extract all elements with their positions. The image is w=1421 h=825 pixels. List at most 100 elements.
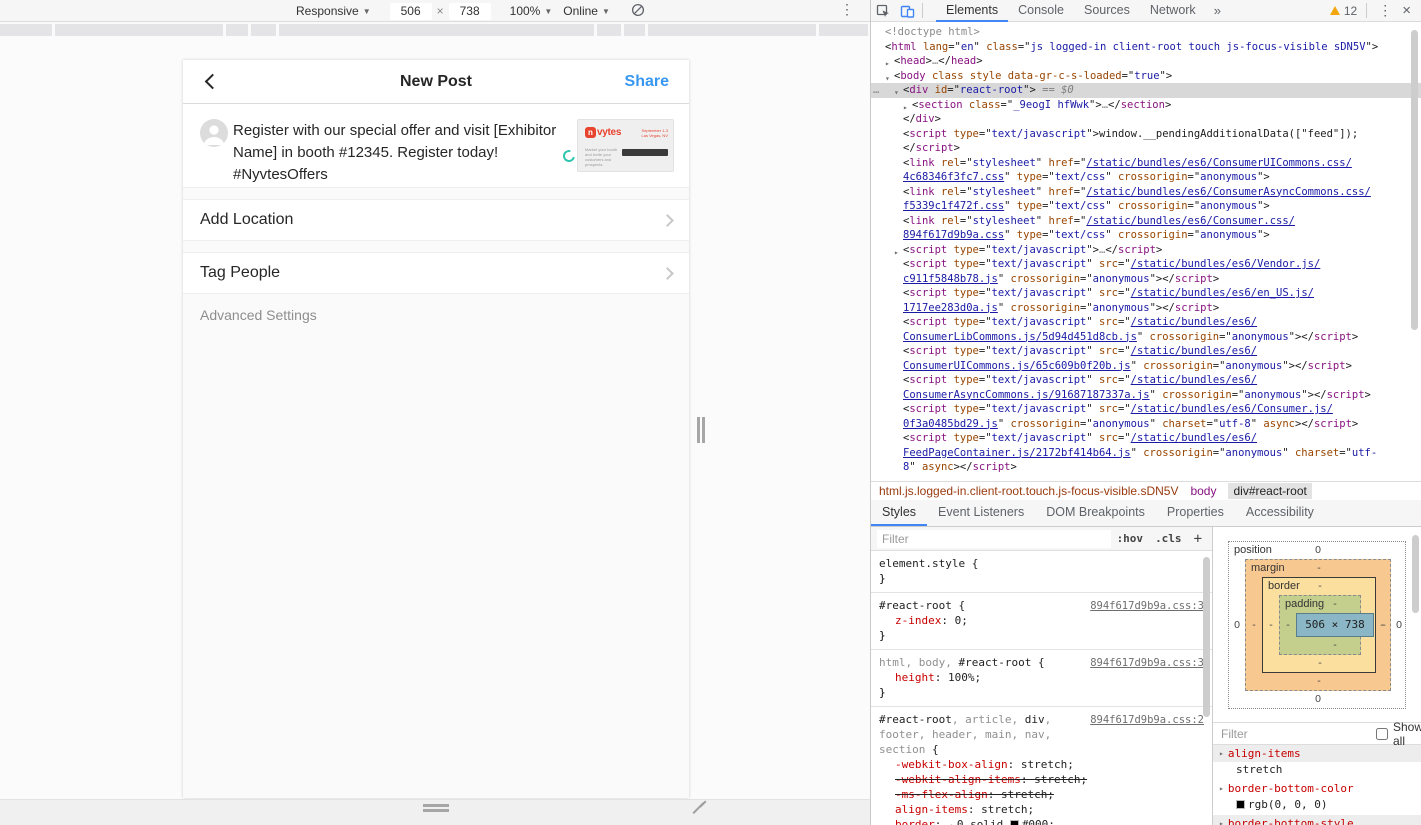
- collapsed-arrow-icon[interactable]: ▸: [1219, 782, 1224, 795]
- resource-link[interactable]: c911f5848b78.js: [903, 273, 998, 285]
- resource-link[interactable]: /static/bundles/es6/: [1131, 374, 1257, 386]
- code-line[interactable]: <script type="text/javascript" src="/sta…: [871, 257, 1421, 272]
- toggle-device-toolbar-icon[interactable]: [895, 0, 919, 22]
- resource-link[interactable]: /static/bundles/es6/Vendor.js/: [1131, 258, 1321, 270]
- code-line[interactable]: ▸<section class="_9eogI hfWwk">…</sectio…: [871, 98, 1421, 113]
- tab-properties[interactable]: Properties: [1156, 500, 1235, 526]
- code-line[interactable]: ▸<script type="text/javascript">…</scrip…: [871, 243, 1421, 258]
- media-query-segment[interactable]: [597, 24, 621, 36]
- breadcrumb-item[interactable]: html.js.logged-in.client-root.touch.js-f…: [879, 484, 1178, 498]
- viewport-resize-handle-bottom[interactable]: [423, 804, 449, 812]
- box-model-border-layer[interactable]: border - - padding - - 506 × 738 - -: [1262, 577, 1376, 673]
- styles-scrollbar[interactable]: [1203, 557, 1210, 717]
- share-button[interactable]: Share: [625, 60, 669, 104]
- caption-textarea[interactable]: Register with our special offer and visi…: [233, 120, 577, 187]
- resource-link[interactable]: 4c68346f3fc7.css: [903, 171, 1004, 183]
- css-property[interactable]: -webkit-box-align: stretch;: [879, 757, 1204, 772]
- box-model-content[interactable]: 506 × 738: [1296, 613, 1374, 637]
- code-line[interactable]: ConsumerUICommons.js/65c609b0f20b.js" cr…: [871, 359, 1421, 374]
- resource-link[interactable]: ConsumerUICommons.js/65c609b0f20b.js: [903, 360, 1131, 372]
- styles-filter-input[interactable]: [877, 530, 1111, 548]
- computed-property[interactable]: ▸border-bottom-color: [1213, 780, 1421, 797]
- list-item-add-location[interactable]: Add Location: [183, 199, 689, 241]
- box-model-position-layer[interactable]: position 0 0 margin - - border - -: [1228, 541, 1406, 709]
- resource-link[interactable]: ConsumerLibCommons.js/5d94d451d8cb.js: [903, 331, 1137, 343]
- media-query-segment[interactable]: [0, 24, 52, 36]
- media-query-segment[interactable]: [624, 24, 645, 36]
- more-tabs-icon[interactable]: »: [1206, 3, 1229, 18]
- breadcrumb-item[interactable]: div#react-root: [1228, 483, 1311, 499]
- color-swatch[interactable]: [1010, 820, 1019, 825]
- tab-styles[interactable]: Styles: [871, 500, 927, 526]
- device-mode-select[interactable]: Responsive ▼: [296, 4, 371, 18]
- css-property[interactable]: z-index: 0;: [879, 613, 1204, 628]
- stylesheet-link[interactable]: 894f617d9b9a.css:3: [1090, 599, 1204, 614]
- code-line[interactable]: <script type="text/javascript" src="/sta…: [871, 431, 1421, 446]
- collapsed-arrow-icon[interactable]: ▸: [950, 821, 955, 825]
- code-line[interactable]: 4c68346f3fc7.css" type="text/css" crosso…: [871, 170, 1421, 185]
- tab-elements[interactable]: Elements: [936, 0, 1008, 22]
- viewport-width-input[interactable]: 506: [390, 3, 432, 20]
- code-line[interactable]: ▸<head>…</head>: [871, 54, 1421, 69]
- inspect-element-icon[interactable]: [871, 0, 895, 22]
- rule-selector[interactable]: html, body, #react-root {: [879, 655, 1084, 670]
- code-line[interactable]: <script type="text/javascript" src="/sta…: [871, 373, 1421, 388]
- resource-link[interactable]: /static/bundles/es6/Consumer.css/: [1086, 215, 1295, 227]
- resource-link[interactable]: /static/bundles/es6/ConsumerUICommons.cs…: [1086, 157, 1352, 169]
- resource-link[interactable]: /static/bundles/es6/ConsumerAsyncCommons…: [1086, 186, 1370, 198]
- elements-scrollbar[interactable]: [1411, 30, 1418, 330]
- breadcrumb-item[interactable]: body: [1190, 484, 1216, 498]
- media-query-segment[interactable]: [279, 24, 594, 36]
- code-line[interactable]: <script type="text/javascript">window.__…: [871, 127, 1421, 142]
- resource-link[interactable]: /static/bundles/es6/Consumer.js/: [1131, 403, 1333, 415]
- computed-scrollbar[interactable]: [1412, 535, 1419, 613]
- close-devtools-icon[interactable]: ×: [1400, 2, 1421, 19]
- media-query-bar[interactable]: [0, 22, 870, 37]
- toggle-element-state-button[interactable]: :hov: [1111, 532, 1150, 545]
- viewport-resize-handle-corner[interactable]: [690, 800, 710, 816]
- css-property[interactable]: border: ▸0 solid #000;: [879, 817, 1204, 825]
- media-query-segment[interactable]: [55, 24, 223, 36]
- network-throttle-select[interactable]: Online ▼: [563, 4, 610, 18]
- rule-selector[interactable]: #react-root {: [879, 598, 1084, 613]
- code-line[interactable]: <link rel="stylesheet" href="/static/bun…: [871, 156, 1421, 171]
- new-style-rule-button[interactable]: +: [1188, 531, 1212, 547]
- tab-event-listeners[interactable]: Event Listeners: [927, 500, 1035, 526]
- media-query-segment[interactable]: [819, 24, 868, 36]
- code-line[interactable]: 1717ee283d0a.js" crossorigin="anonymous"…: [871, 301, 1421, 316]
- code-line[interactable]: <link rel="stylesheet" href="/static/bun…: [871, 214, 1421, 229]
- resource-link[interactable]: /static/bundles/es6/: [1131, 432, 1257, 444]
- css-property[interactable]: -webkit-align-items: stretch;: [879, 772, 1204, 787]
- warning-badge[interactable]: 12: [1330, 4, 1357, 18]
- computed-property[interactable]: ▸border-bottom-style: [1213, 815, 1421, 825]
- code-line[interactable]: 8" async></script>: [871, 460, 1421, 475]
- code-line[interactable]: <script type="text/javascript" src="/sta…: [871, 402, 1421, 417]
- rule-selector[interactable]: element.style {: [879, 556, 1084, 571]
- resource-link[interactable]: /static/bundles/es6/en_US.js/: [1131, 287, 1314, 299]
- device-toolbar-menu-icon[interactable]: ⋮: [840, 1, 854, 18]
- tab-console[interactable]: Console: [1008, 0, 1074, 22]
- resource-link[interactable]: FeedPageContainer.js/2172bf414b64.js: [903, 447, 1131, 459]
- tab-sources[interactable]: Sources: [1074, 0, 1140, 22]
- code-line[interactable]: FeedPageContainer.js/2172bf414b64.js" cr…: [871, 446, 1421, 461]
- resource-link[interactable]: /static/bundles/es6/: [1131, 316, 1257, 328]
- css-property[interactable]: height: 100%;: [879, 670, 1204, 685]
- code-line[interactable]: f5339c1f472f.css" type="text/css" crosso…: [871, 199, 1421, 214]
- css-property[interactable]: align-items: stretch;: [879, 802, 1204, 817]
- resource-link[interactable]: /static/bundles/es6/: [1131, 345, 1257, 357]
- resource-link[interactable]: 894f617d9b9a.css: [903, 229, 1004, 241]
- resource-link[interactable]: ConsumerAsyncCommons.js/91687187337a.js: [903, 389, 1150, 401]
- code-line[interactable]: ▾<body class style data-gr-c-s-loaded="t…: [871, 69, 1421, 84]
- viewport-height-input[interactable]: 738: [449, 3, 491, 20]
- code-line[interactable]: 894f617d9b9a.css" type="text/css" crosso…: [871, 228, 1421, 243]
- devtools-menu-icon[interactable]: ⋮: [1370, 2, 1400, 19]
- collapsed-arrow-icon[interactable]: ▸: [1219, 817, 1224, 825]
- collapsed-arrow-icon[interactable]: ▸: [1219, 747, 1224, 760]
- computed-property[interactable]: ▸align-items: [1213, 745, 1421, 762]
- media-query-segment[interactable]: [251, 24, 276, 36]
- zoom-select[interactable]: 100% ▼: [510, 4, 553, 18]
- code-line[interactable]: <!doctype html>: [871, 25, 1421, 40]
- code-line[interactable]: <script type="text/javascript" src="/sta…: [871, 344, 1421, 359]
- code-line[interactable]: <script type="text/javascript" src="/sta…: [871, 286, 1421, 301]
- stylesheet-link[interactable]: 894f617d9b9a.css:3: [1090, 656, 1204, 671]
